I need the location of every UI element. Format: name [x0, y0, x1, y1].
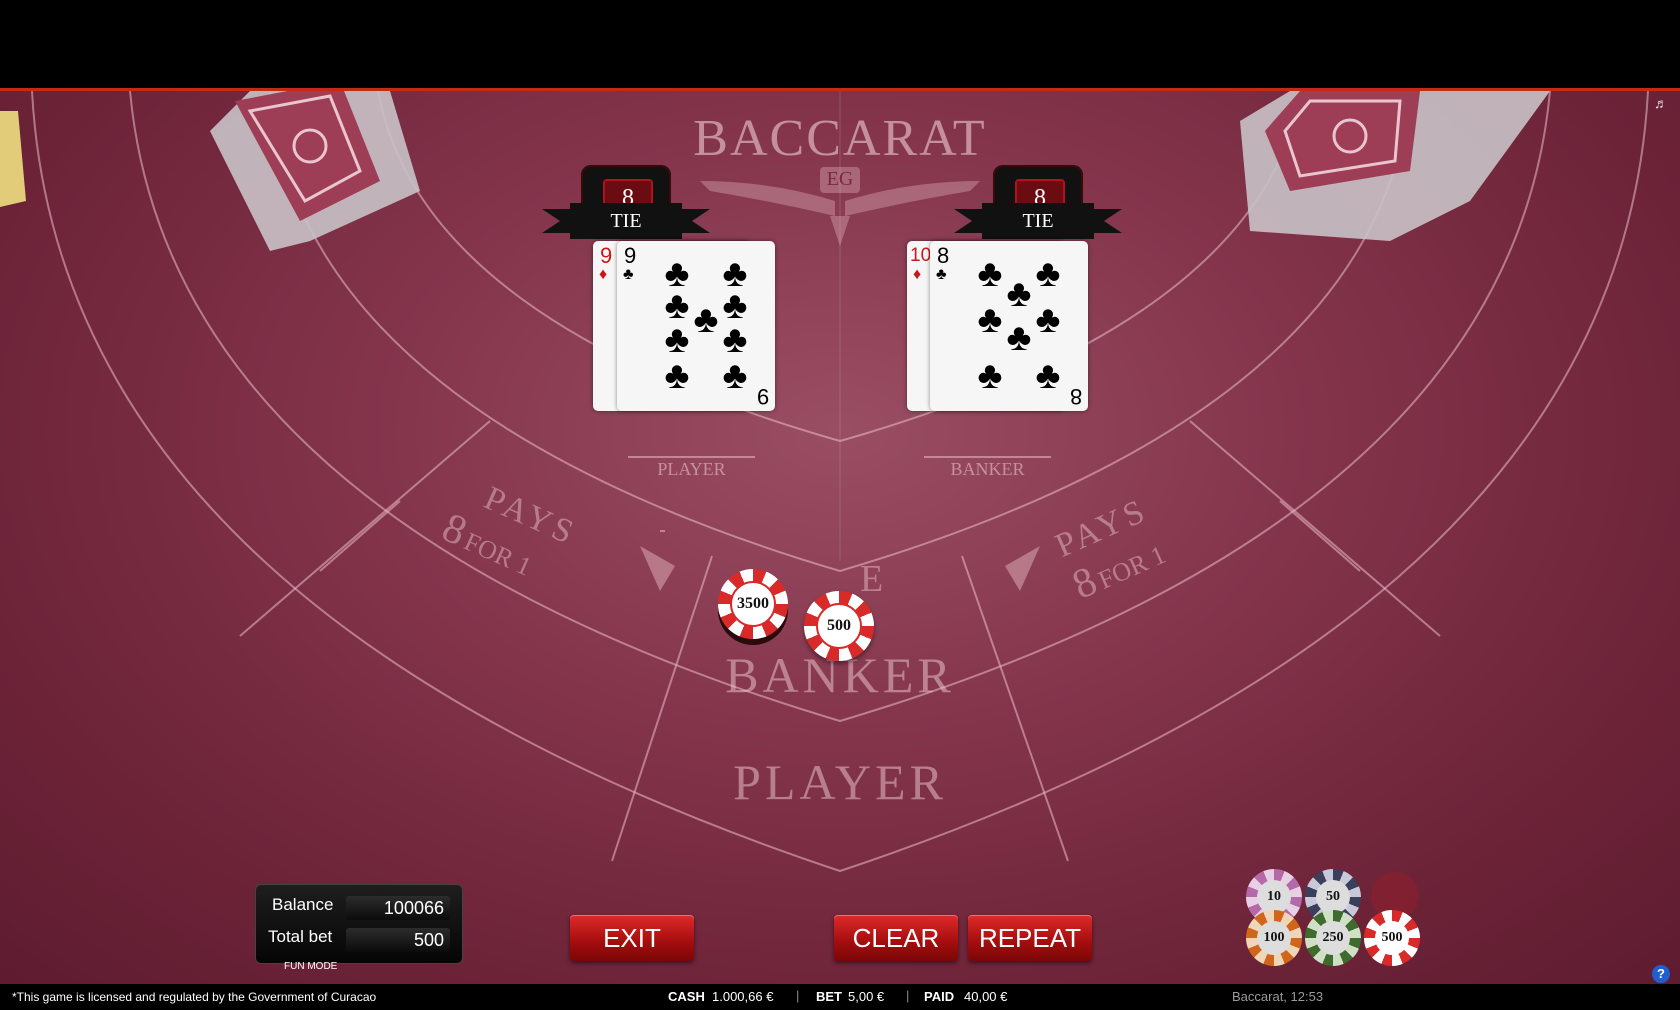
logo-monogram: EG: [826, 168, 854, 190]
total-bet-label: Total bet: [268, 927, 333, 946]
table-markings: [0, 91, 1649, 920]
bet-chip-stack[interactable]: 3500: [718, 569, 788, 639]
card-suit: ♦: [599, 266, 608, 283]
footer-separator: |: [906, 988, 910, 1003]
card-rank: 10: [910, 245, 932, 266]
balance-value: 100066: [346, 896, 450, 920]
card-suit: ♣: [936, 266, 947, 283]
card-rank: 8: [937, 243, 950, 268]
player-hand-label: PLAYER: [657, 459, 726, 479]
repeat-button[interactable]: REPEAT: [968, 915, 1092, 961]
balance-panel: Balance 100066 Total bet 500: [255, 884, 463, 964]
rack-chip-value: 100: [1263, 930, 1285, 945]
footer-separator: |: [796, 988, 800, 1003]
fun-mode-label: FUN MODE: [284, 961, 338, 972]
card-suit: ♣: [623, 266, 634, 283]
banker-result-ribbon: TIE: [954, 203, 1122, 239]
cash-label: CASH: [668, 989, 705, 1004]
card-rank: 9: [624, 243, 637, 268]
player-result: TIE: [610, 210, 642, 232]
banker-card-2: 8 ♣ 8 ♣ ♣ ♣ ♣ ♣ ♣ ♣ ♣: [930, 241, 1088, 411]
rack-chip-500[interactable]: 500: [1364, 910, 1420, 966]
game-time: Baccarat, 12:53: [1232, 989, 1324, 1004]
top-black-bar: [0, 0, 1680, 91]
card-shoe-left: [210, 91, 420, 251]
player-bet-zone[interactable]: PLAYER: [660, 753, 1020, 811]
bet-value: 5,00 €: [848, 989, 885, 1004]
clear-button[interactable]: CLEAR: [834, 915, 958, 961]
speaker-icon[interactable]: ♬: [1654, 95, 1674, 111]
card-pips: ♣ ♣ ♣ ♣ ♣ ♣ ♣ ♣: [977, 253, 1061, 397]
bet-label: BET: [816, 989, 842, 1004]
bet-chip-value: 3500: [737, 595, 769, 612]
bet-chip-single[interactable]: 500: [804, 591, 874, 661]
banker-hand-label: BANKER: [950, 459, 1025, 479]
rack-chip-100[interactable]: 100: [1246, 910, 1302, 966]
footer-bar: *This game is licensed and regulated by …: [0, 984, 1680, 1010]
game-title: BACCARAT: [693, 110, 987, 167]
bet-chip-value: 500: [827, 617, 851, 634]
rack-chip-value: 250: [1322, 930, 1344, 945]
banker-result: TIE: [1022, 210, 1054, 232]
paid-label: PAID: [924, 989, 955, 1004]
paid-value: 40,00 €: [964, 989, 1008, 1004]
cash-value: 1.000,66 €: [712, 989, 774, 1004]
rack-chip-value: 500: [1381, 930, 1403, 945]
side-ticket: [0, 111, 26, 207]
baccarat-table: BACCARAT EG ♬ 8 TIE 8 TIE 9 ♦ 9 ♣ 9 ♣ ♣ ♣…: [0, 91, 1680, 984]
license-text: *This game is licensed and regulated by …: [12, 990, 377, 1004]
total-bet-value: 500: [346, 928, 450, 952]
exit-button[interactable]: EXIT: [570, 915, 694, 961]
card-suit: ♦: [913, 266, 922, 283]
player-card-2: 9 ♣ 9 ♣ ♣ ♣ ♣ ♣ ♣ ♣ ♣ ♣: [617, 241, 775, 411]
balance-label: Balance: [272, 895, 334, 914]
card-shoe-right: [1240, 91, 1550, 241]
player-result-ribbon: TIE: [542, 203, 710, 239]
help-icon[interactable]: ?: [1652, 965, 1670, 983]
card-rank: 9: [600, 243, 613, 268]
rack-chip-250[interactable]: 250: [1305, 910, 1361, 966]
card-pips: ♣ ♣ ♣ ♣ ♣ ♣ ♣ ♣ ♣: [664, 253, 748, 397]
